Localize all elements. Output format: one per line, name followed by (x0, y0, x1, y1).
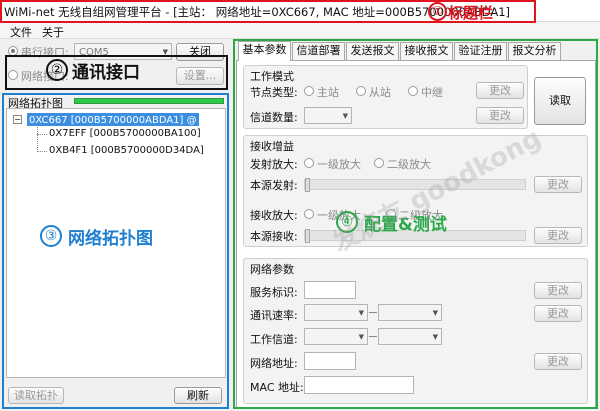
menu-file[interactable]: 文件 (10, 24, 32, 40)
annotation-label-topology: 网络拓扑图 (68, 229, 153, 249)
menu-about[interactable]: 关于 (42, 24, 64, 40)
topology-annotation-frame (2, 93, 229, 409)
menu-bar: 文件 关于 (0, 23, 600, 39)
annotation-label-serial: 通讯接口 (72, 63, 140, 83)
annotation-label-titlebar: 标题栏 (448, 4, 494, 22)
annotation-number-2: ② (46, 59, 68, 81)
annotation-number-1: ① (428, 2, 447, 21)
annotation-number-3: ③ (40, 225, 62, 247)
